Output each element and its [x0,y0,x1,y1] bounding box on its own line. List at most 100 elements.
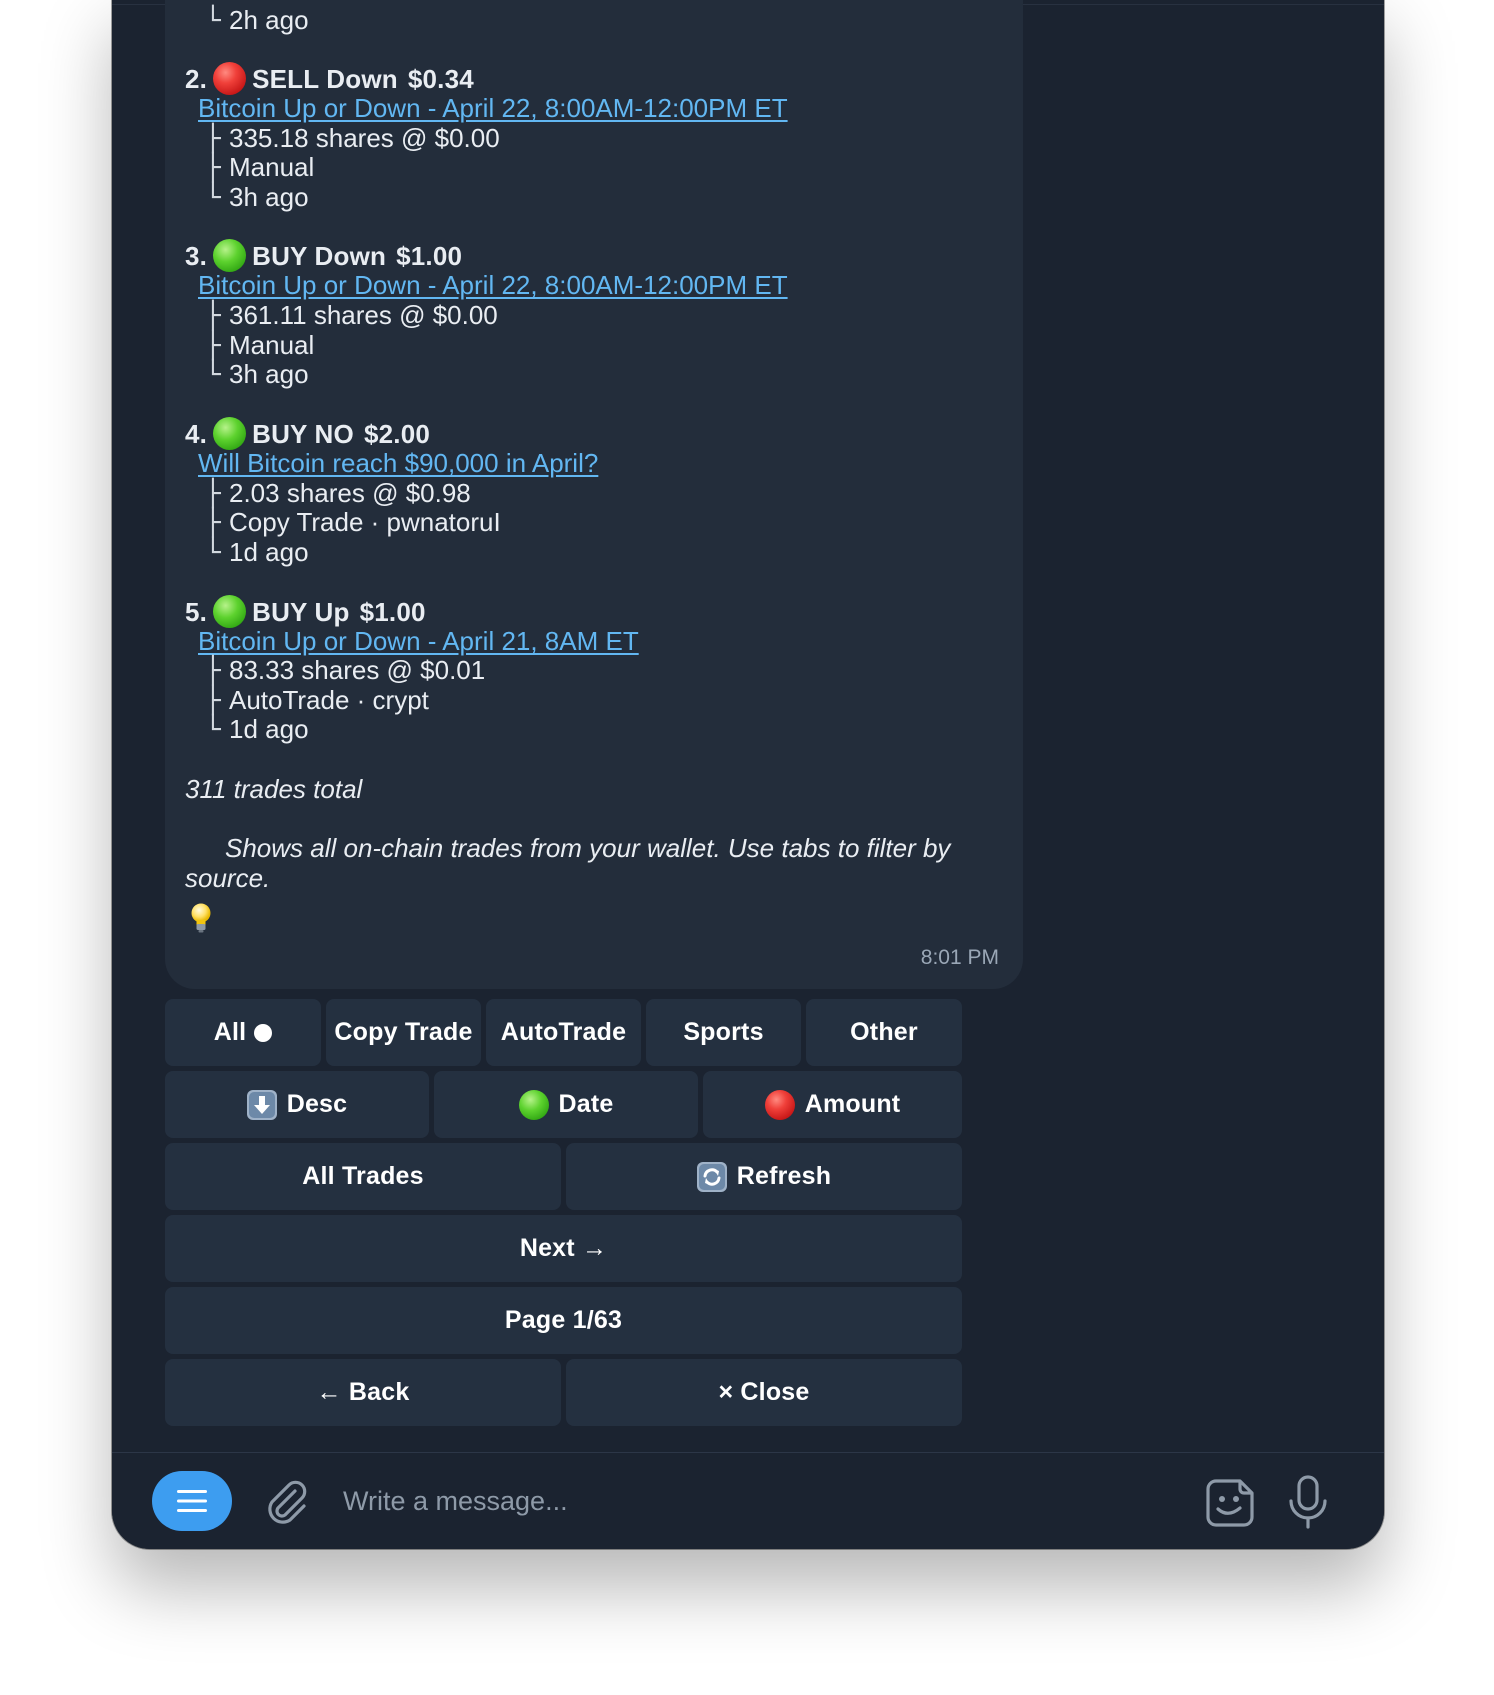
page-label: Page 1/63 [504,1306,623,1334]
green-circle-icon [213,239,247,272]
market-link[interactable]: Bitcoin Up or Down - April 22, 8:00AM-12… [198,270,788,300]
sort-amount-button[interactable]: Amount [703,1071,962,1138]
tab-label: Copy Trade [334,1018,473,1046]
refresh-icon [696,1161,727,1192]
tab-sports-button[interactable]: Sports [646,999,801,1066]
tree-last-glyph: └ [205,360,221,390]
trade-age: 3h ago [229,182,309,212]
next-label: Next → [519,1234,608,1262]
sort-desc-button[interactable]: Desc [165,1071,429,1138]
tab-autotrade-button[interactable]: AutoTrade [486,999,641,1066]
tree-last-glyph: └ [205,183,221,213]
trade-5-market-row: Bitcoin Up or Down - April 21, 8AM ET [198,625,639,657]
trade-2-market-row: Bitcoin Up or Down - April 22, 8:00AM-12… [198,92,788,124]
trade-4-age-row: └ 1d ago [205,536,309,569]
trade-source: AutoTrade · crypt [229,685,429,715]
tip-text-continued: source. [185,863,271,893]
tab-copy-trade-button[interactable]: Copy Trade [326,999,481,1066]
trade-4-market-row: Will Bitcoin reach $90,000 in April? [198,447,598,479]
message-time: 8:01 PM [920,946,999,969]
sticker-emoji-icon[interactable] [1202,1475,1258,1531]
trade-4-source-row: ├ Copy Trade · pwnatoruI [205,506,501,539]
trade-3-header: 3. BUY Down $1.00 [185,239,462,272]
close-label: × Close [718,1378,810,1406]
tip-text: Shows all on-chain trades from your wall… [225,833,951,863]
tree-last-glyph: └ [205,538,221,568]
tab-label: AutoTrade [500,1018,627,1046]
menu-icon [177,1490,207,1512]
selected-dot-icon [254,1023,273,1042]
trade-age: 2h ago [229,5,309,35]
sort-desc-label: Desc [286,1090,348,1118]
bot-menu-button[interactable] [152,1471,232,1531]
tab-label: Other [850,1018,918,1046]
all-trades-label: All Trades [302,1162,424,1190]
market-link[interactable]: Will Bitcoin reach $90,000 in April? [198,448,598,478]
trade-age: 1d ago [229,714,309,744]
trade-3-age-row: └ 3h ago [205,358,309,391]
tree-branch-glyph: ├ [205,153,221,183]
refresh-button[interactable]: Refresh [566,1143,962,1210]
tree-last-glyph: └ [205,715,221,745]
trade-shares: 2.03 shares @ $0.98 [229,478,471,508]
light-bulb-icon [191,903,211,933]
all-trades-button[interactable]: All Trades [165,1143,561,1210]
down-arrow-icon [246,1089,277,1120]
trade-shares: 335.18 shares @ $0.00 [229,123,500,153]
microphone-icon[interactable] [1286,1473,1330,1533]
trade-number: 2. [185,64,208,94]
market-link[interactable]: Bitcoin Up or Down - April 22, 8:00AM-12… [198,93,788,123]
refresh-label: Refresh [736,1162,832,1190]
next-page-button[interactable]: Next → [165,1215,962,1282]
trade-number: 5. [185,597,208,627]
market-link[interactable]: Bitcoin Up or Down - April 21, 8AM ET [198,626,639,656]
trade-amount: $1.00 [396,241,463,271]
sort-date-label: Date [558,1090,614,1118]
message-input[interactable] [341,1475,1095,1527]
trades-total: 311 trades total [185,774,363,804]
tab-label: Sports [683,1018,764,1046]
green-circle-icon [213,595,247,628]
tree-last-glyph: └ [205,6,221,36]
trade-amount: $1.00 [359,597,426,627]
trade-5-shares-row: ├ 83.33 shares @ $0.01 [205,654,485,687]
tree-branch-glyph: ├ [205,508,221,538]
trade-source: Copy Trade · pwnatoruI [229,507,501,537]
trade-2-source-row: ├ Manual [205,151,314,184]
trade-source: Manual [229,330,315,360]
trade-side: BUY NO [252,419,354,449]
tab-other-button[interactable]: Other [806,999,962,1066]
sort-amount-label: Amount [804,1090,901,1118]
green-circle-icon [518,1089,549,1120]
trade-side: SELL Down [252,64,398,94]
sort-date-button[interactable]: Date [434,1071,698,1138]
trade-amount: $2.00 [363,419,431,449]
trade-age: 1d ago [229,537,309,567]
tab-all-button[interactable]: All [165,999,321,1066]
trade-5-age-row: └ 1d ago [205,713,309,746]
trade-3-market-row: Bitcoin Up or Down - April 22, 8:00AM-12… [198,269,788,301]
tab-all-label: All [213,1018,247,1046]
back-button[interactable]: ← Back [165,1359,561,1426]
trade-source: Manual [229,152,315,182]
back-label: ← Back [316,1378,410,1406]
trade-shares: 83.33 shares @ $0.01 [229,655,486,685]
red-circle-icon [764,1089,795,1120]
trade-amount: $0.34 [407,64,474,94]
close-button[interactable]: × Close [566,1359,962,1426]
chat-area[interactable]: └ 2h ago 2. SELL Down $0.34 Bitcoin Up or D… [112,0,1384,1452]
trade-4-header: 4. BUY NO $2.00 [185,417,430,450]
red-circle-icon [213,62,247,95]
page-indicator-button[interactable]: Page 1/63 [165,1287,962,1354]
trade-number: 3. [185,241,208,271]
green-circle-icon [213,417,247,450]
attach-icon[interactable] [262,1477,310,1527]
trade-5-header: 5. BUY Up $1.00 [185,595,426,628]
trade-side: BUY Down [252,241,387,271]
tree-branch-glyph: ├ [205,656,221,686]
trade-shares: 361.11 shares @ $0.00 [229,300,498,330]
trade-number: 4. [185,419,208,449]
tree-branch-glyph: ├ [205,301,221,331]
trade-3-shares-row: ├ 361.11 shares @ $0.00 [205,299,498,332]
chat-window: └ 2h ago 2. SELL Down $0.34 Bitcoin Up or D… [112,0,1384,1549]
